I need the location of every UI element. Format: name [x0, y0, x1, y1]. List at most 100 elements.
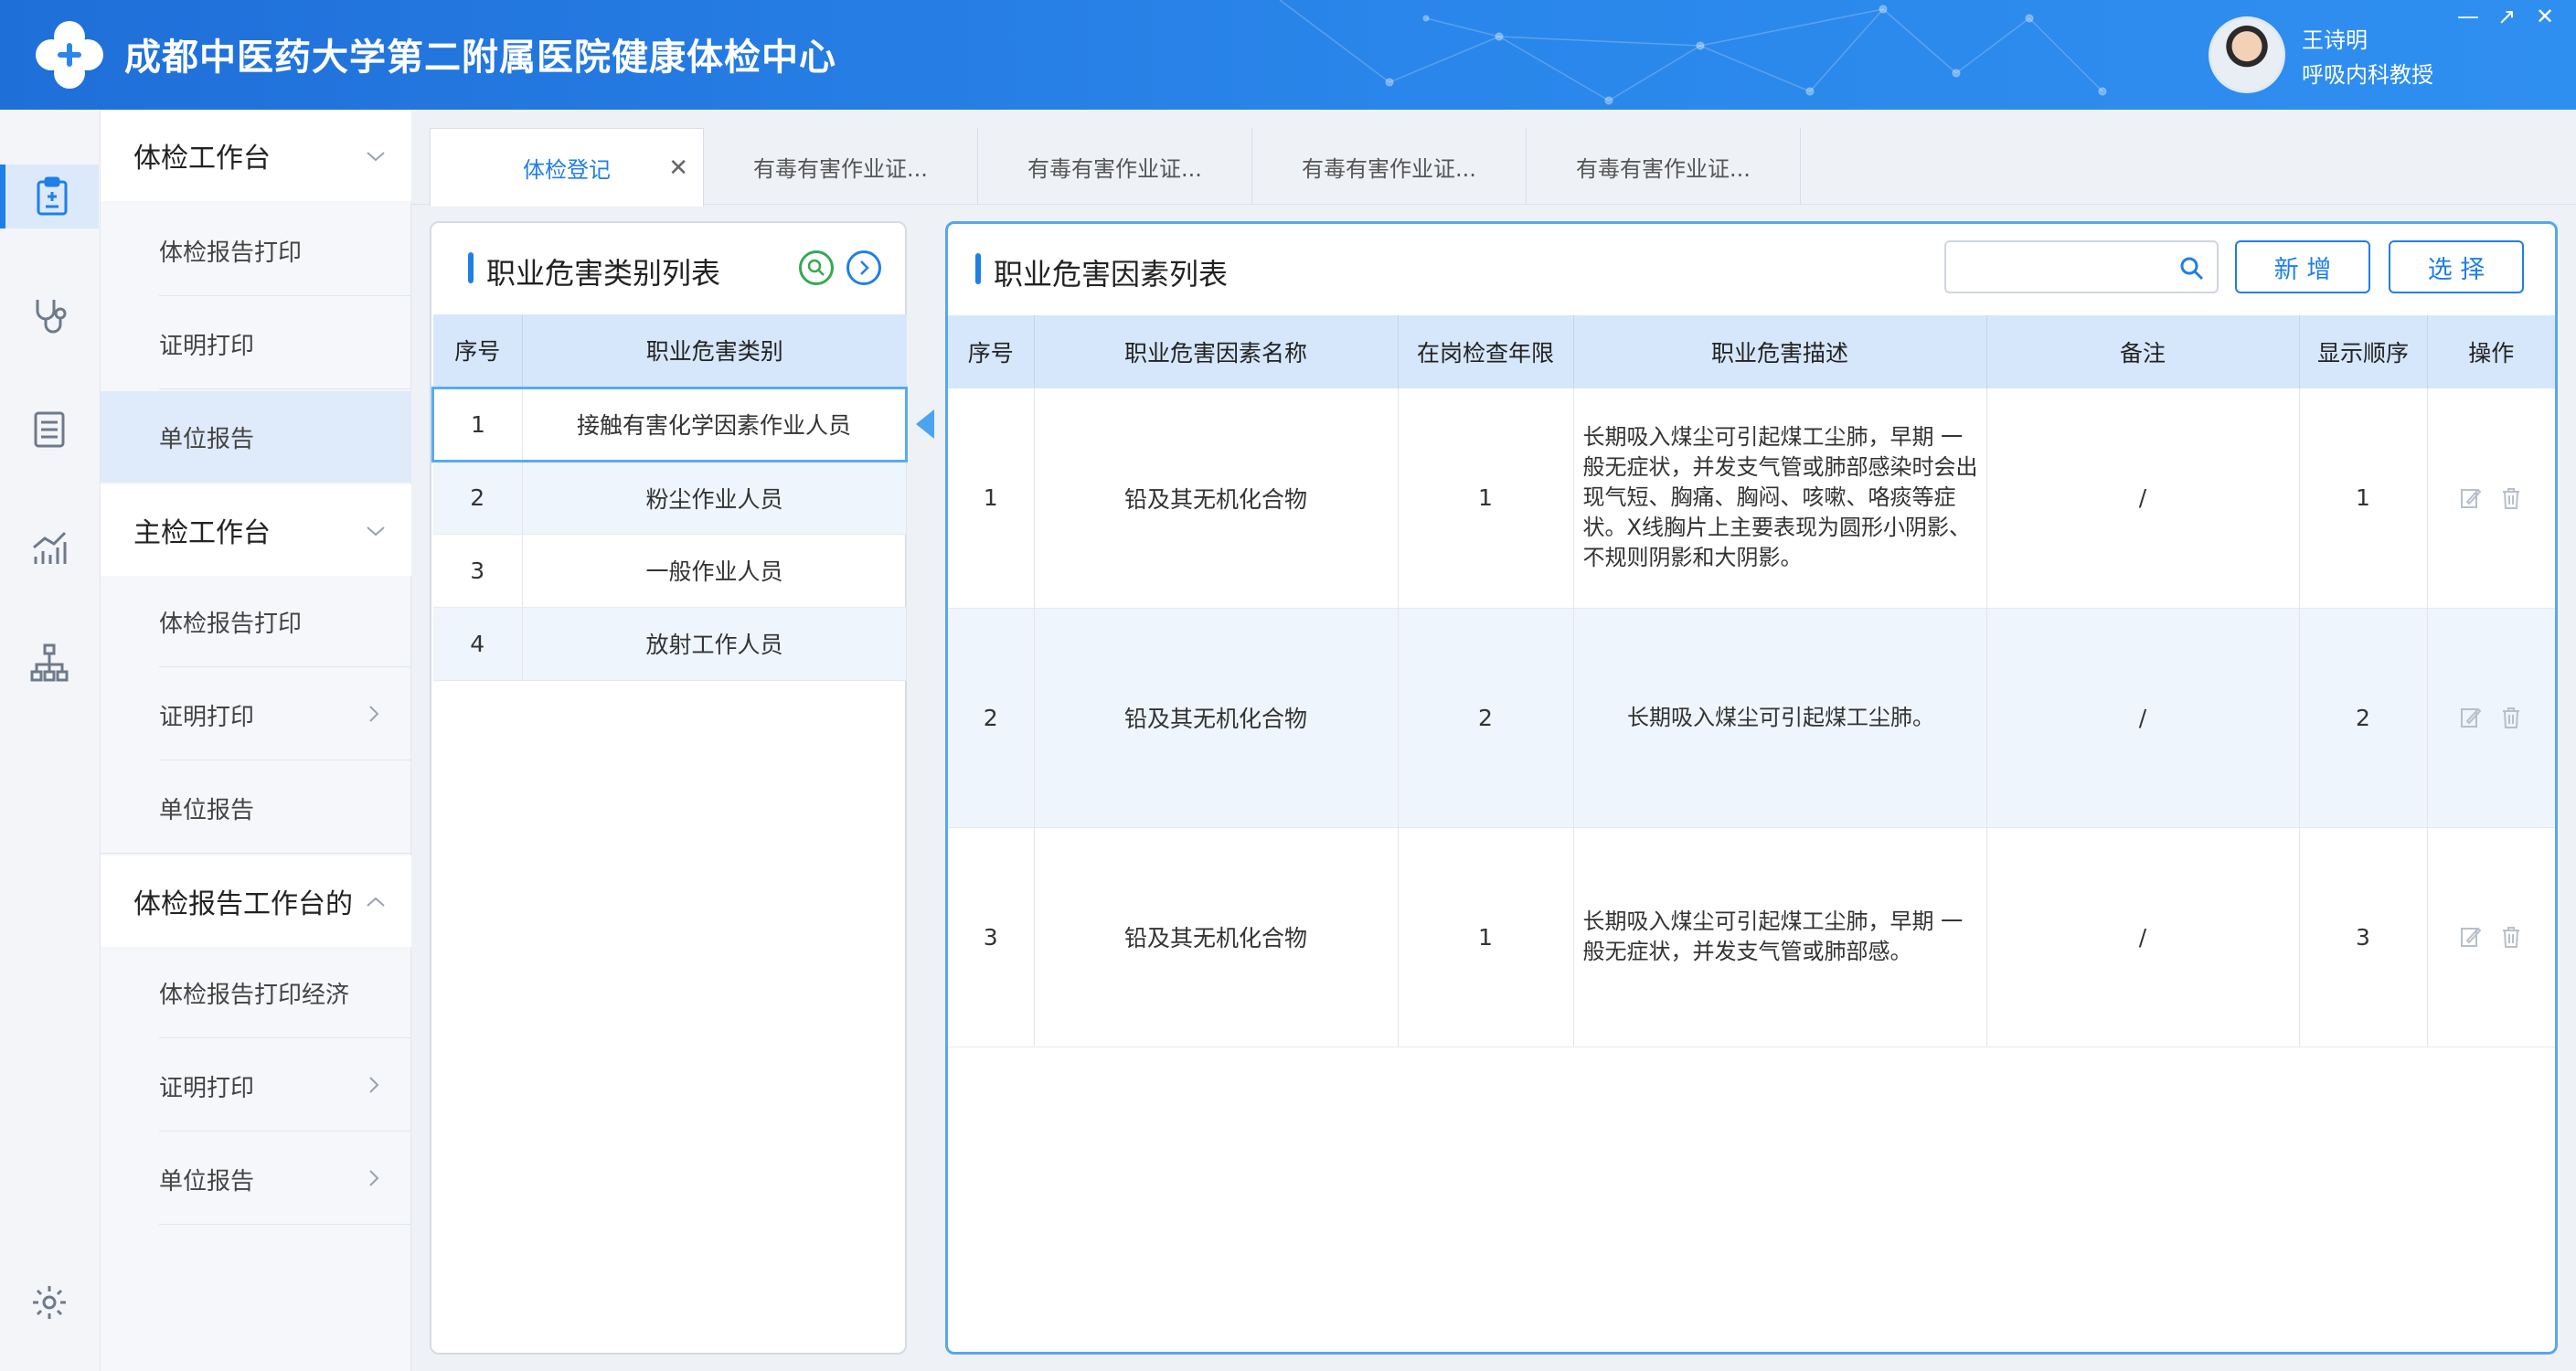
factor-description: 长期吸入煤尘可引起煤工尘肺，早期 一般无症状，并发支气管或肺部感染时会出现气短、… — [1573, 388, 1987, 609]
remark: / — [1986, 608, 2300, 828]
row-actions — [2427, 388, 2555, 609]
avatar[interactable] — [2209, 16, 2285, 93]
clipboard-icon — [37, 176, 68, 216]
edit-icon[interactable] — [2460, 925, 2482, 949]
org-tree-icon — [30, 643, 69, 682]
chevron-right-icon — [860, 260, 869, 275]
tab-toxic-cert-4[interactable]: 有毒有害作业证... — [1527, 128, 1801, 205]
menu-item-unit-report[interactable]: 单位报告 — [101, 391, 411, 483]
search-circle-button[interactable] — [799, 250, 834, 285]
tab-label: 有毒有害作业证... — [1576, 155, 1751, 182]
menu-item-certificate-print[interactable]: 证明打印 — [101, 1040, 411, 1132]
close-icon[interactable]: ✕ — [668, 154, 688, 182]
tab-toxic-cert-3[interactable]: 有毒有害作业证... — [1252, 128, 1527, 205]
menu-group-chief-workbench[interactable]: 主检工作台 — [101, 484, 411, 576]
search-icon[interactable] — [2178, 255, 2206, 282]
add-button[interactable]: 新 增 — [2235, 240, 2370, 293]
menu-item-unit-report[interactable]: 单位报告 — [101, 762, 411, 854]
rail-organization[interactable] — [0, 631, 99, 695]
factor-table: 序号 职业危害因素名称 在岗检查年限 职业危害描述 备注 显示顺序 操作 1 铅… — [948, 315, 2555, 1047]
chevron-right-icon — [369, 1077, 379, 1093]
stethoscope-icon — [36, 300, 67, 334]
table-row[interactable]: 2 粉尘作业人员 — [432, 461, 907, 535]
delete-icon[interactable] — [2500, 706, 2522, 729]
next-circle-button[interactable] — [846, 250, 881, 285]
rail-records[interactable] — [0, 398, 99, 462]
row-number: 3 — [948, 827, 1035, 1047]
menu-item-certificate-print[interactable]: 证明打印 — [101, 669, 411, 760]
menu-item-report-print[interactable]: 体检报告打印 — [101, 576, 411, 667]
minimize-button[interactable]: — — [2450, 4, 2486, 29]
menu-group-label: 主检工作台 — [133, 517, 271, 549]
app-title: 成都中医药大学第二附属医院健康体检中心 — [124, 37, 836, 79]
menu-item-report-print[interactable]: 体检报告打印 — [101, 205, 411, 296]
menu-group-label: 体检工作台 — [133, 143, 271, 175]
delete-icon[interactable] — [2500, 925, 2522, 949]
rail-stethoscope[interactable] — [0, 283, 99, 347]
menu-item-report-print-economy[interactable]: 体检报告打印经济 — [101, 947, 411, 1038]
factor-panel: 职业危害因素列表 新 增 选 择 序号 职业危害因素名称 在岗检查年限 职业危害… — [945, 221, 2558, 1355]
edit-icon[interactable] — [2460, 706, 2482, 729]
menu-item-certificate-print[interactable]: 证明打印 — [101, 298, 411, 389]
select-button[interactable]: 选 择 — [2389, 240, 2524, 293]
tab-toxic-cert-1[interactable]: 有毒有害作业证... — [704, 128, 978, 205]
row-number: 1 — [431, 386, 523, 462]
table-row[interactable]: 1 接触有害化学因素作业人员 — [431, 386, 908, 462]
row-number: 2 — [432, 461, 523, 535]
tab-toxic-cert-2[interactable]: 有毒有害作业证... — [978, 128, 1252, 205]
remark: / — [1986, 827, 2300, 1047]
tab-label: 体检登记 — [523, 157, 611, 183]
column-header: 序号 — [948, 315, 1035, 388]
factor-description: 长期吸入煤尘可引起煤工尘肺，早期 一般无症状，并发支气管或肺部感。 — [1573, 827, 1987, 1047]
chevron-right-icon — [369, 706, 379, 722]
search-input[interactable] — [1944, 240, 2219, 293]
table-row[interactable]: 2 铅及其无机化合物 2 长期吸入煤尘可引起煤工尘肺。 / 2 — [948, 608, 2555, 828]
tab-exam-registration[interactable]: 体检登记 ✕ — [430, 128, 704, 207]
check-years: 1 — [1398, 827, 1574, 1047]
menu-item-label: 证明打印 — [159, 1074, 255, 1102]
category-name: 接触有害化学因素作业人员 — [522, 386, 908, 462]
factor-description: 长期吸入煤尘可引起煤工尘肺。 — [1573, 608, 1987, 828]
category-name: 放射工作人员 — [522, 607, 907, 681]
check-years: 2 — [1398, 608, 1574, 828]
edit-icon[interactable] — [2460, 486, 2482, 510]
table-row[interactable]: 3 铅及其无机化合物 1 长期吸入煤尘可引起煤工尘肺，早期 一般无症状，并发支气… — [948, 827, 2555, 1047]
rail-settings[interactable] — [0, 1270, 99, 1334]
column-header: 职业危害类别 — [522, 314, 907, 388]
row-actions — [2427, 608, 2555, 828]
search-icon — [807, 259, 825, 276]
hospital-logo — [36, 21, 103, 89]
tab-label: 有毒有害作业证... — [753, 155, 928, 182]
sidebar-menu: 体检工作台 体检报告打印 证明打印 单位报告 主检工作台 体检报告打印 证明打印… — [101, 110, 411, 1371]
table-row[interactable]: 4 放射工作人员 — [432, 607, 907, 681]
close-window-button[interactable]: ✕ — [2527, 4, 2563, 29]
selection-pointer — [916, 409, 934, 439]
tab-bar: 体检登记 ✕ 有毒有害作业证... 有毒有害作业证... 有毒有害作业证... … — [411, 110, 2576, 207]
icon-rail — [0, 110, 101, 1371]
delete-icon[interactable] — [2500, 486, 2522, 510]
table-row[interactable]: 3 一般作业人员 — [432, 534, 907, 608]
menu-group-report-workbench[interactable]: 体检报告工作台的 — [101, 856, 411, 947]
category-panel-title: 职业危害类别列表 — [468, 250, 720, 292]
factor-panel-title: 职业危害因素列表 — [975, 251, 1228, 293]
row-actions — [2427, 827, 2555, 1047]
user-name: 王诗明 — [2302, 27, 2368, 53]
menu-item-label: 证明打印 — [159, 332, 255, 360]
rail-statistics[interactable] — [0, 516, 99, 580]
table-row[interactable]: 1 铅及其无机化合物 1 长期吸入煤尘可引起煤工尘肺，早期 一般无症状，并发支气… — [948, 388, 2555, 609]
menu-group-label: 体检报告工作台的 — [133, 888, 353, 920]
display-order: 3 — [2299, 827, 2428, 1047]
menu-item-label: 体检报告打印经济 — [159, 981, 350, 1009]
maximize-button[interactable]: ↗ — [2488, 4, 2525, 29]
menu-group-exam-workbench[interactable]: 体检工作台 — [101, 110, 411, 201]
menu-item-label: 体检报告打印 — [159, 610, 303, 638]
check-years: 1 — [1398, 388, 1574, 609]
menu-item-label: 单位报告 — [159, 425, 255, 453]
display-order: 2 — [2299, 608, 2428, 828]
menu-item-unit-report[interactable]: 单位报告 — [101, 1133, 411, 1225]
rail-clipboard[interactable] — [0, 165, 99, 228]
document-list-icon — [34, 411, 65, 448]
chevron-down-icon — [367, 526, 385, 537]
chevron-down-icon — [367, 152, 385, 162]
row-number: 2 — [948, 608, 1035, 828]
